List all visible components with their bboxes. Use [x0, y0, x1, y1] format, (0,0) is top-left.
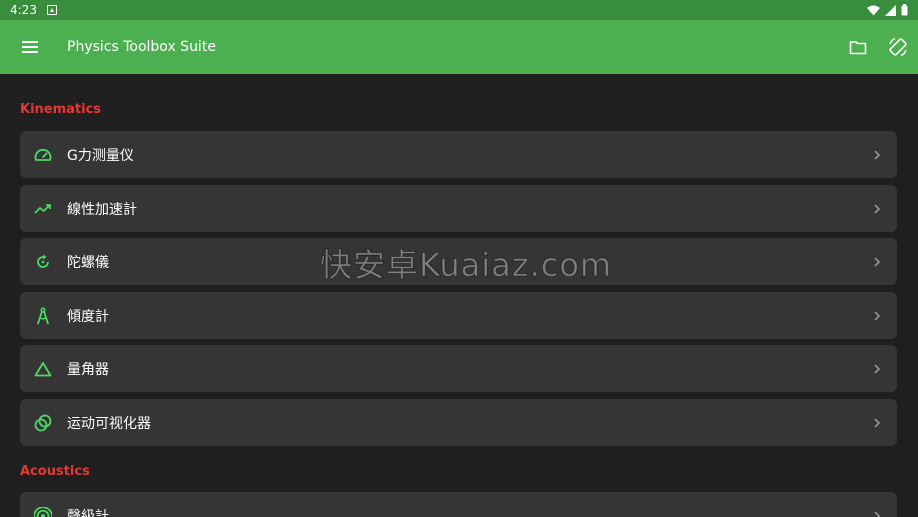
hamburger-menu-icon — [22, 41, 38, 53]
compass-drawing-icon — [34, 306, 52, 325]
tool-item-label: 陀螺儀 — [67, 254, 109, 271]
battery-icon — [901, 4, 908, 16]
wifi-icon — [867, 5, 880, 15]
chevron-right-icon — [871, 256, 883, 268]
trending-up-icon — [34, 200, 52, 218]
menu-button[interactable] — [20, 37, 40, 57]
tool-item-label: 線性加速計 — [67, 201, 137, 218]
tool-item-label: 运动可视化器 — [67, 415, 151, 432]
chevron-right-icon — [871, 363, 883, 375]
status-time: 4:23 — [10, 3, 37, 17]
tool-item-g-force[interactable]: G力测量仪 — [20, 131, 897, 178]
status-indicators — [867, 4, 908, 16]
rings-icon — [34, 414, 52, 432]
tool-item-label: 聲級計 — [67, 508, 109, 517]
triangle-icon — [34, 360, 52, 378]
screen-rotation-icon — [889, 37, 907, 57]
screen-rotation-button[interactable] — [878, 27, 918, 67]
section-title-kinematics: Kinematics — [20, 102, 102, 117]
tool-item-gyroscope[interactable]: 陀螺儀 — [20, 238, 897, 285]
chevron-right-icon — [871, 417, 883, 429]
tool-item-label: G力测量仪 — [67, 147, 134, 164]
status-bar: 4:23 — [0, 0, 918, 20]
notification-icon — [46, 5, 57, 15]
cell-signal-icon — [885, 4, 896, 16]
chevron-right-icon — [871, 203, 883, 215]
speedometer-icon — [34, 146, 52, 164]
tool-list: Kinematics G力测量仪 線性加速計 陀螺儀 傾度計 量角器 运动可视化… — [0, 74, 918, 517]
tool-item-motion-visualizer[interactable]: 运动可视化器 — [20, 399, 897, 446]
sound-level-icon — [34, 506, 52, 517]
folder-icon — [849, 40, 867, 54]
tool-item-sound-meter[interactable]: 聲級計 — [20, 492, 897, 517]
app-title: Physics Toolbox Suite — [67, 39, 216, 55]
section-title-acoustics: Acoustics — [20, 464, 90, 479]
tool-item-label: 傾度計 — [67, 308, 109, 325]
chevron-right-icon — [871, 149, 883, 161]
tool-item-label: 量角器 — [67, 361, 109, 378]
tool-item-protractor[interactable]: 量角器 — [20, 345, 897, 392]
chevron-right-icon — [871, 310, 883, 322]
folder-button[interactable] — [838, 27, 878, 67]
tool-item-inclinometer[interactable]: 傾度計 — [20, 292, 897, 339]
tool-item-linear-accelerometer[interactable]: 線性加速計 — [20, 185, 897, 232]
rotate-icon — [34, 253, 52, 271]
chevron-right-icon — [871, 510, 883, 517]
app-bar-actions — [838, 27, 918, 67]
app-bar: Physics Toolbox Suite — [0, 20, 918, 74]
